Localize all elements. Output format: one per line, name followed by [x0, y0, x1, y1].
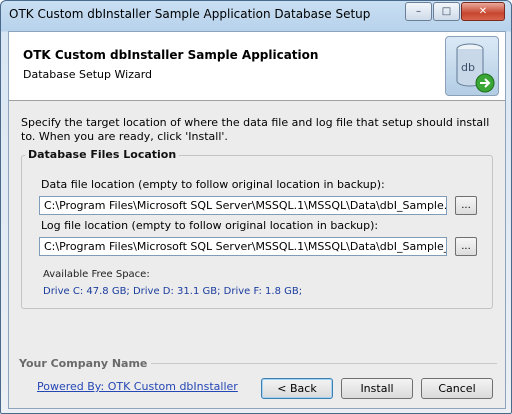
log-file-input[interactable]: C:\Program Files\Microsoft SQL Server\MS…	[39, 237, 447, 256]
instructions-text: Specify the target location of where the…	[21, 116, 490, 143]
logo-text: db	[461, 61, 475, 74]
data-file-input[interactable]: C:\Program Files\Microsoft SQL Server\MS…	[39, 196, 447, 215]
install-button[interactable]: Install	[341, 378, 413, 399]
caption-buttons: – □ ✕	[404, 2, 505, 21]
log-file-browse-button[interactable]: ...	[455, 237, 477, 256]
minimize-button[interactable]: –	[405, 2, 432, 21]
header-title: OTK Custom dbInstaller Sample Applicatio…	[23, 48, 319, 62]
company-name: Your Company Name	[19, 357, 152, 370]
log-file-label: Log file location (empty to follow origi…	[41, 219, 379, 232]
free-space-value: Drive C: 47.8 GB; Drive D: 31.1 GB; Driv…	[43, 286, 303, 297]
maximize-button[interactable]: □	[433, 2, 460, 21]
free-space-label: Available Free Space:	[43, 269, 150, 280]
data-file-label: Data file location (empty to follow orig…	[41, 178, 385, 191]
powered-by-link[interactable]: Powered By: OTK Custom dbInstaller	[37, 380, 238, 393]
back-button[interactable]: < Back	[261, 378, 333, 399]
close-button[interactable]: ✕	[461, 2, 505, 21]
wizard-client-area: OTK Custom dbInstaller Sample Applicatio…	[8, 31, 506, 409]
database-arrow-icon: db	[445, 36, 499, 96]
title-bar[interactable]: OTK Custom dbInstaller Sample Applicatio…	[1, 1, 511, 31]
wizard-header: OTK Custom dbInstaller Sample Applicatio…	[9, 32, 505, 101]
files-group-title: Database Files Location	[25, 148, 180, 161]
data-file-browse-button[interactable]: ...	[455, 196, 477, 215]
window-title: OTK Custom dbInstaller Sample Applicatio…	[9, 7, 371, 21]
header-subtitle: Database Setup Wizard	[23, 68, 153, 81]
cancel-button[interactable]: Cancel	[421, 378, 493, 399]
setup-window: OTK Custom dbInstaller Sample Applicatio…	[0, 0, 512, 414]
